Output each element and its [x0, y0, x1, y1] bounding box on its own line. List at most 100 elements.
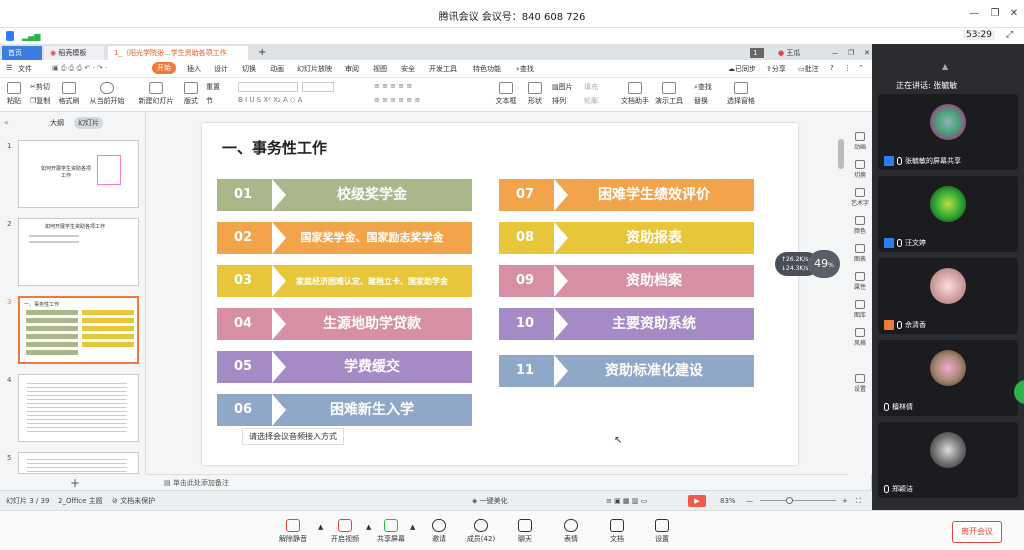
- arrange-button[interactable]: 排列: [552, 96, 566, 106]
- tool-properties[interactable]: 属性: [850, 272, 870, 291]
- tab-slides[interactable]: 幻灯片: [74, 117, 103, 129]
- cut-button[interactable]: ✂剪切: [30, 82, 50, 92]
- menu-share[interactable]: ⇪分享: [766, 64, 786, 74]
- tab-close-icon[interactable]: ✕: [858, 46, 870, 60]
- font-style-buttons[interactable]: B I U S X² X₂ A ◇ A: [238, 96, 302, 104]
- picture-button[interactable]: ▨图片: [552, 82, 573, 92]
- tool-style[interactable]: 风格: [850, 328, 870, 347]
- participant-card[interactable]: 张毓敏的屏幕共享: [878, 94, 1018, 170]
- tab-document[interactable]: 1_（阳光学院张...学生资助各项工作: [108, 46, 248, 60]
- signal-icon[interactable]: ▂▄▆: [22, 32, 40, 41]
- fit-window-icon[interactable]: ⛶: [856, 491, 861, 511]
- chat-button[interactable]: 聊天: [508, 519, 542, 544]
- menu-view[interactable]: 视图: [373, 64, 387, 74]
- window-count-badge[interactable]: 1: [750, 48, 764, 58]
- zoom-slider-thumb[interactable]: [786, 497, 793, 504]
- mic-options-chevron-icon[interactable]: ▲: [318, 523, 323, 531]
- tool-chart[interactable]: 图表: [850, 244, 870, 263]
- select-pane-button[interactable]: 选择窗格: [726, 82, 756, 106]
- shape-button[interactable]: 形状: [524, 82, 546, 106]
- hamburger-icon[interactable]: ☰: [6, 64, 12, 72]
- menu-slideshow[interactable]: 幻灯片放映: [297, 64, 332, 74]
- unmute-button[interactable]: 解除静音: [276, 519, 310, 544]
- video-options-chevron-icon[interactable]: ▲: [366, 523, 371, 531]
- settings-button[interactable]: 设置: [645, 519, 679, 544]
- shield-icon[interactable]: [6, 31, 14, 41]
- menu-review[interactable]: 审阅: [345, 64, 359, 74]
- new-slide-button[interactable]: 新建幻灯片: [137, 82, 175, 106]
- restore-icon[interactable]: ❐: [987, 6, 1003, 22]
- participant-card[interactable]: 佘清香: [878, 258, 1018, 334]
- tab-restore-icon[interactable]: ❐: [842, 46, 854, 60]
- menu-search[interactable]: ⌕查找: [516, 64, 534, 74]
- fullscreen-icon[interactable]: ⤢: [1006, 30, 1013, 40]
- copy-button[interactable]: ❐复制: [30, 96, 50, 106]
- tab-outline[interactable]: 大纲: [50, 118, 64, 128]
- layout-button[interactable]: 版式: [182, 82, 200, 106]
- zoom-value[interactable]: 83%: [720, 491, 736, 511]
- slide-thumbnail-5[interactable]: [18, 452, 139, 474]
- align-buttons[interactable]: ≡ ≡ ≡ ≡ ≡ ≡: [374, 96, 420, 104]
- reset-button[interactable]: 重置: [206, 82, 220, 92]
- participant-card[interactable]: 檀林倩: [878, 340, 1018, 416]
- participant-card[interactable]: 汪文婷: [878, 176, 1018, 252]
- tool-color[interactable]: 颜色: [850, 216, 870, 235]
- protect-status[interactable]: ⊘ 文档未保护: [112, 491, 155, 511]
- menu-animation[interactable]: 动画: [270, 64, 284, 74]
- docs-button[interactable]: 文档: [600, 519, 634, 544]
- share-screen-button[interactable]: 共享屏幕: [374, 519, 408, 544]
- menu-devtools[interactable]: 开发工具: [429, 64, 457, 74]
- zoom-out-icon[interactable]: —: [746, 491, 753, 511]
- tool-wordart[interactable]: 艺术字: [850, 188, 870, 207]
- tab-minimize-icon[interactable]: —: [826, 46, 838, 60]
- video-button[interactable]: 开启视频: [328, 519, 362, 544]
- presentation-tools-button[interactable]: 演示工具: [654, 82, 684, 106]
- slide-canvas[interactable]: 一、事务性工作 01 校级奖学金 02 国家奖学金、国家励志奖学金 03 家庭经…: [202, 123, 798, 465]
- zoom-slider[interactable]: [760, 500, 836, 501]
- add-slide-button[interactable]: +: [70, 476, 80, 490]
- close-icon[interactable]: ✕: [1006, 6, 1022, 22]
- participant-card[interactable]: 郑颖洁: [878, 422, 1018, 498]
- fill-button[interactable]: 填充: [584, 82, 598, 92]
- quick-access-icons[interactable]: ▣ ⎙ ⎙ ⎙ ↶ · ↷ ·: [52, 64, 107, 73]
- new-tab-button[interactable]: +: [252, 46, 270, 60]
- menu-comment[interactable]: ▭批注: [798, 64, 819, 74]
- paragraph-buttons[interactable]: ≡ ≡ ≡ ≡ ≡: [374, 82, 412, 90]
- view-mode-buttons[interactable]: ≡ ▣ ▦ ▥ ▭: [606, 491, 647, 511]
- paste-button[interactable]: 粘贴: [4, 82, 24, 106]
- user-avatar[interactable]: ● 王瓜: [772, 46, 812, 60]
- play-slideshow-button[interactable]: ▶: [688, 495, 706, 507]
- leave-meeting-button[interactable]: 离开会议: [952, 521, 1002, 543]
- help-icon[interactable]: ?: [830, 64, 834, 72]
- collapse-ribbon-icon[interactable]: ⌃: [858, 64, 864, 72]
- members-button[interactable]: 成员(42): [464, 519, 498, 544]
- tool-animation[interactable]: 动画: [850, 132, 870, 151]
- outline-button[interactable]: 轮廓: [584, 96, 598, 106]
- reaction-button[interactable]: 表情: [554, 519, 588, 544]
- slide-thumbnail-1[interactable]: 如何开展学生资助各项工作: [18, 140, 139, 208]
- textbox-button[interactable]: 文本框: [494, 82, 518, 106]
- performance-badge[interactable]: 49%: [808, 250, 840, 278]
- tool-settings[interactable]: 设置: [850, 374, 870, 393]
- zoom-in-icon[interactable]: +: [842, 491, 848, 511]
- menu-security[interactable]: 安全: [401, 64, 415, 74]
- notes-area[interactable]: ▤ 单击此处添加备注: [146, 474, 848, 490]
- font-size-select[interactable]: [302, 82, 334, 92]
- doc-helper-button[interactable]: 文档助手: [620, 82, 650, 106]
- slide-thumbnail-3[interactable]: 一、事务性工作: [18, 296, 139, 364]
- beautify-button[interactable]: ◈ 一键美化: [472, 491, 508, 511]
- menu-insert[interactable]: 插入: [187, 64, 201, 74]
- tool-gallery[interactable]: 图库: [850, 300, 870, 319]
- menu-design[interactable]: 设计: [214, 64, 228, 74]
- find-button[interactable]: ⌕查找: [694, 82, 712, 92]
- play-from-current-button[interactable]: 从当前开始: [88, 82, 126, 106]
- menu-start[interactable]: 开始: [152, 62, 176, 74]
- tab-template[interactable]: ◉ 稻壳模板: [44, 46, 104, 60]
- menu-file[interactable]: 文件: [18, 64, 32, 74]
- tool-switch[interactable]: 切换: [850, 160, 870, 179]
- slide-thumbnail-4[interactable]: [18, 374, 139, 442]
- more-icon[interactable]: ⋮: [844, 64, 851, 72]
- menu-sync[interactable]: ☁已同步: [728, 64, 756, 74]
- menu-switch[interactable]: 切换: [242, 64, 256, 74]
- section-button[interactable]: 节: [206, 96, 213, 106]
